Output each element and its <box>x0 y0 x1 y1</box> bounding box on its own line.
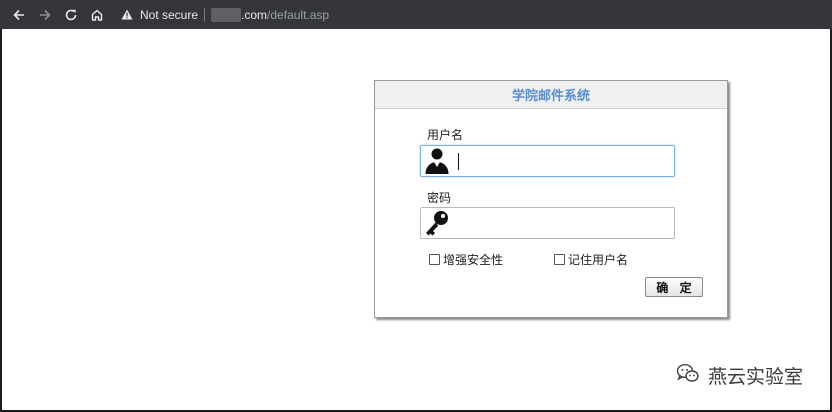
remember-username-checkbox[interactable] <box>554 254 565 265</box>
enhanced-security-checkbox[interactable] <box>429 254 440 265</box>
back-icon[interactable] <box>7 3 31 27</box>
home-icon[interactable] <box>85 3 109 27</box>
password-label: 密码 <box>427 191 452 205</box>
password-field[interactable] <box>420 207 675 239</box>
remember-username-label: 记住用户名 <box>568 253 629 267</box>
panel-header: 学院邮件系统 <box>375 81 727 109</box>
username-field[interactable] <box>420 145 675 177</box>
password-input[interactable] <box>452 209 674 237</box>
user-icon <box>422 146 452 176</box>
enhanced-security-label: 增强安全性 <box>443 253 504 267</box>
forward-icon[interactable] <box>33 3 57 27</box>
login-panel: 学院邮件系统 用户名 密码 增强安全性 记住用户名 确 定 <box>374 80 728 318</box>
username-input[interactable] <box>459 147 674 175</box>
watermark: 燕云实验室 <box>676 362 803 389</box>
username-label: 用户名 <box>427 128 464 142</box>
submit-button[interactable]: 确 定 <box>645 277 703 297</box>
key-icon <box>422 208 452 238</box>
panel-title: 学院邮件系统 <box>511 89 590 104</box>
address-divider <box>204 7 206 22</box>
reload-icon[interactable] <box>59 3 83 27</box>
url-host: .com <box>241 7 268 22</box>
address-bar[interactable]: Not secure .com /default.asp <box>121 4 329 26</box>
redacted-domain <box>211 7 242 22</box>
watermark-text: 燕云实验室 <box>708 366 804 388</box>
warning-icon <box>121 9 133 20</box>
enhanced-security-option[interactable]: 增强安全性 <box>429 251 503 268</box>
remember-username-option[interactable]: 记住用户名 <box>554 251 628 268</box>
security-label: Not secure <box>140 7 199 22</box>
browser-toolbar: Not secure .com /default.asp <box>0 0 832 29</box>
url-path: /default.asp <box>267 7 330 22</box>
wechat-logo-icon <box>676 362 700 389</box>
